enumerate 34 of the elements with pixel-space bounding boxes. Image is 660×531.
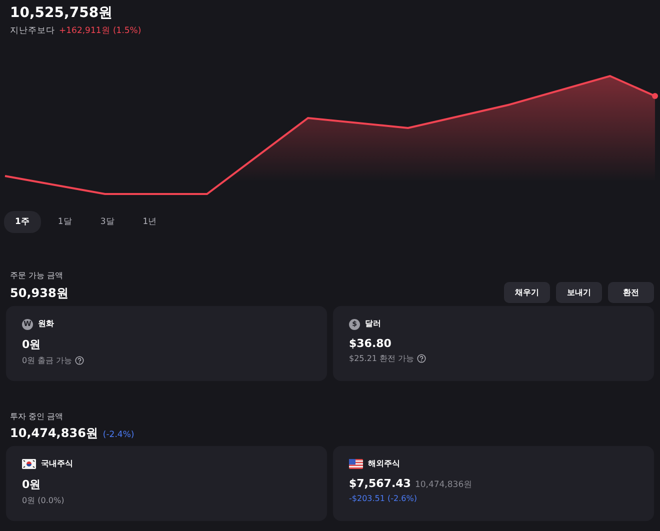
period-tab[interactable]: 1달 — [46, 211, 84, 233]
flag-icon — [349, 459, 363, 469]
help-icon[interactable] — [75, 356, 84, 365]
action-button[interactable]: 보내기 — [556, 282, 602, 303]
account-card[interactable]: 국내주식 0원 0원 (0.0%) — [6, 446, 327, 521]
card-detail: $25.21 환전 가능 — [349, 353, 414, 364]
period-tab[interactable]: 3달 — [89, 211, 126, 233]
change-amount: +162,911원 (1.5%) — [59, 25, 142, 38]
card-amount: $7,567.43 — [349, 477, 411, 490]
action-button[interactable]: 환전 — [608, 282, 654, 303]
card-detail: -$203.51 (-2.6%) — [349, 494, 417, 503]
compare-label: 지난주보다 — [10, 25, 55, 38]
period-tab[interactable]: 1주 — [4, 211, 41, 233]
card-amount: 0원 — [22, 477, 41, 492]
card-detail: 0원 (0.0%) — [22, 495, 64, 506]
card-detail: 0원 출금 가능 — [22, 355, 72, 366]
period-tab[interactable]: 1년 — [132, 211, 168, 233]
converted-amount: 10,474,836원 — [414, 479, 473, 491]
action-button[interactable]: 채우기 — [504, 282, 550, 303]
card-title: 국내주식 — [41, 458, 73, 470]
change-rate: (-2.4%) — [102, 430, 134, 440]
flag-icon — [22, 459, 36, 469]
help-icon[interactable] — [417, 354, 426, 363]
total-assets: 10,525,758원 — [10, 4, 114, 23]
section-label: 주문 가능 금액 — [9, 270, 64, 282]
card-title: 해외주식 — [368, 458, 400, 470]
section-label: 투자 중인 금액 — [9, 411, 64, 423]
account-card[interactable]: 해외주식 $7,567.43 10,474,836원 -$203.51 (-2.6%) — [333, 446, 654, 521]
card-title: 달러 — [365, 318, 381, 330]
card-amount: $36.80 — [349, 337, 392, 350]
section-amount: 10,474,836원 — [10, 425, 98, 442]
section-amount: 50,938원 — [10, 284, 68, 302]
card-title: 원화 — [38, 318, 54, 330]
card-amount: 0원 — [22, 337, 41, 352]
